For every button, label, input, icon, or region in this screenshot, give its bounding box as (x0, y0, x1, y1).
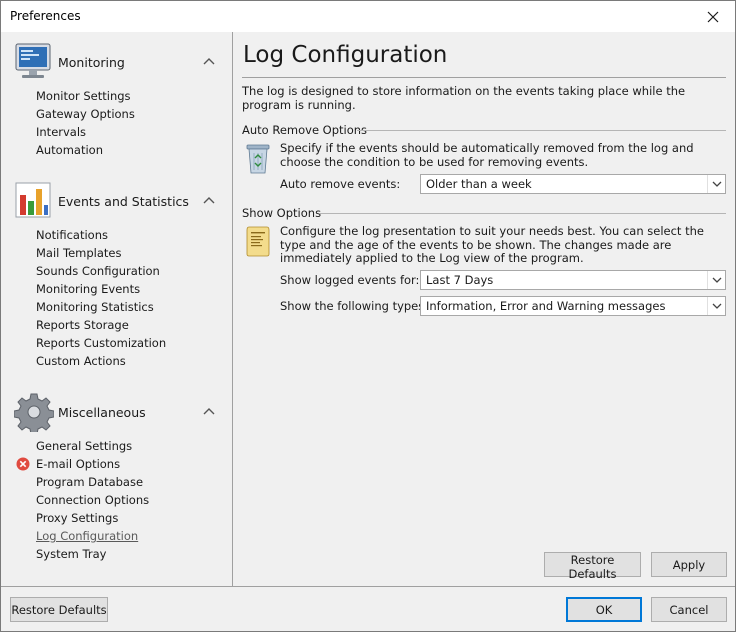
chevron-down-icon (712, 277, 721, 283)
sidebar-item-sounds-configuration[interactable]: Sounds Configuration (36, 262, 160, 280)
show-options-description: Configure the log presentation to suit y… (280, 224, 704, 265)
log-document-icon (246, 226, 270, 257)
show-types-value: Information, Error and Warning messages (426, 299, 666, 313)
chevron-up-icon[interactable] (202, 406, 216, 416)
sidebar-item-custom-actions[interactable]: Custom Actions (36, 352, 126, 370)
intro-text: The log is designed to store information… (242, 84, 686, 112)
chevron-down-icon (712, 303, 721, 309)
sidebar-item-monitoring-events[interactable]: Monitoring Events (36, 280, 140, 298)
recycle-bin-icon (246, 144, 270, 174)
title-divider (242, 77, 726, 78)
sidebar-item-monitor-settings[interactable]: Monitor Settings (36, 87, 131, 105)
close-button[interactable] (691, 1, 735, 32)
restore-defaults-button[interactable]: Restore Defaults (544, 552, 641, 581)
page-title: Log Configuration (243, 42, 448, 68)
title-bar: Preferences (1, 1, 735, 32)
group-header-monitoring[interactable]: Monitoring (1, 38, 232, 86)
show-logged-select[interactable]: Last 7 Days (420, 270, 726, 290)
ok-button[interactable]: OK (566, 597, 642, 622)
chevron-down-icon (712, 181, 721, 187)
group-title-events-statistics: Events and Statistics (58, 194, 189, 209)
window-title: Preferences (10, 9, 81, 23)
footer-restore-defaults-button[interactable]: Restore Defaults (10, 597, 108, 622)
sidebar-item-system-tray[interactable]: System Tray (36, 545, 106, 563)
auto-remove-value: Older than a week (426, 177, 532, 191)
chevron-up-icon[interactable] (202, 56, 216, 66)
auto-remove-select[interactable]: Older than a week (420, 174, 726, 194)
footer-divider (1, 586, 735, 587)
sidebar-item-notifications[interactable]: Notifications (36, 226, 108, 244)
group-title-monitoring: Monitoring (58, 55, 125, 70)
close-icon (707, 11, 719, 22)
section-header-auto-remove: Auto Remove Options (242, 123, 368, 137)
monitor-icon (15, 43, 51, 78)
cancel-button[interactable]: Cancel (651, 597, 727, 622)
sidebar-item-gateway-options[interactable]: Gateway Options (36, 105, 135, 123)
sidebar-item-connection-options[interactable]: Connection Options (36, 491, 149, 509)
group-header-events-statistics[interactable]: Events and Statistics (1, 177, 232, 225)
sidebar-item-proxy-settings[interactable]: Proxy Settings (36, 509, 118, 527)
sidebar: Monitoring Monitor Settings Gateway Opti… (1, 32, 233, 586)
sidebar-item-reports-storage[interactable]: Reports Storage (36, 316, 129, 334)
section-divider (319, 213, 726, 214)
sidebar-item-mail-templates[interactable]: Mail Templates (36, 244, 121, 262)
show-types-select[interactable]: Information, Error and Warning messages (420, 296, 726, 316)
section-divider (357, 130, 726, 131)
gear-icon (14, 393, 54, 432)
sidebar-item-general-settings[interactable]: General Settings (36, 437, 132, 455)
error-icon (16, 457, 30, 471)
chevron-up-icon[interactable] (202, 195, 216, 205)
show-types-label: Show the following types: (280, 299, 429, 313)
sidebar-item-automation[interactable]: Automation (36, 141, 103, 159)
auto-remove-description: Specify if the events should be automati… (280, 141, 694, 169)
content-panel: Log Configuration The log is designed to… (233, 32, 735, 586)
sidebar-item-reports-customization[interactable]: Reports Customization (36, 334, 166, 352)
sidebar-item-email-options[interactable]: E-mail Options (36, 455, 120, 473)
group-header-miscellaneous[interactable]: Miscellaneous (1, 388, 232, 436)
bar-chart-icon (15, 182, 51, 218)
auto-remove-label: Auto remove events: (280, 177, 401, 191)
apply-button[interactable]: Apply (651, 552, 727, 577)
group-title-miscellaneous: Miscellaneous (58, 405, 146, 420)
preferences-window: Preferences Monitoring Monitor Settings … (0, 0, 736, 632)
show-logged-label: Show logged events for: (280, 273, 420, 287)
sidebar-item-log-configuration[interactable]: Log Configuration (36, 527, 138, 545)
dropdown-button[interactable] (707, 271, 725, 289)
sidebar-item-intervals[interactable]: Intervals (36, 123, 86, 141)
section-header-show-options: Show Options (242, 206, 322, 220)
dropdown-button[interactable] (707, 297, 725, 315)
show-logged-value: Last 7 Days (426, 273, 494, 287)
dropdown-button[interactable] (707, 175, 725, 193)
sidebar-item-program-database[interactable]: Program Database (36, 473, 143, 491)
sidebar-item-monitoring-statistics[interactable]: Monitoring Statistics (36, 298, 154, 316)
